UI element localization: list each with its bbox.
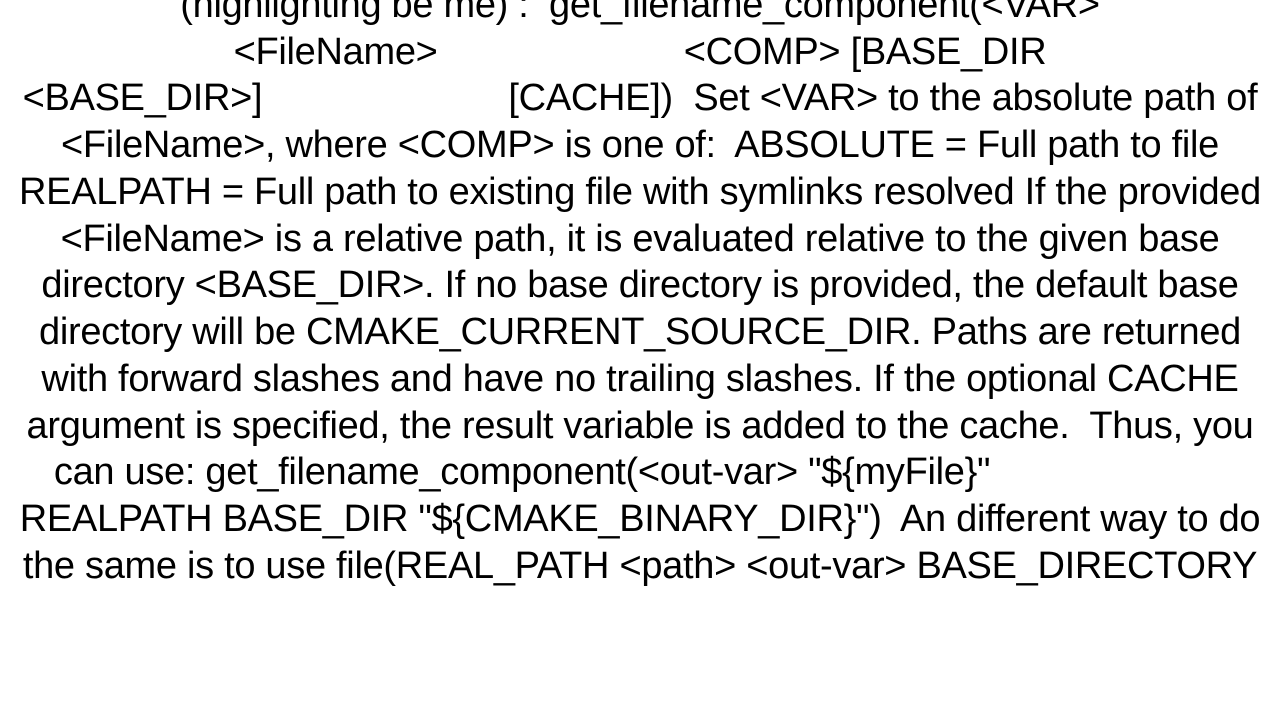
document-body: (highlighting be me) : get_filename_comp…	[0, 0, 1280, 590]
